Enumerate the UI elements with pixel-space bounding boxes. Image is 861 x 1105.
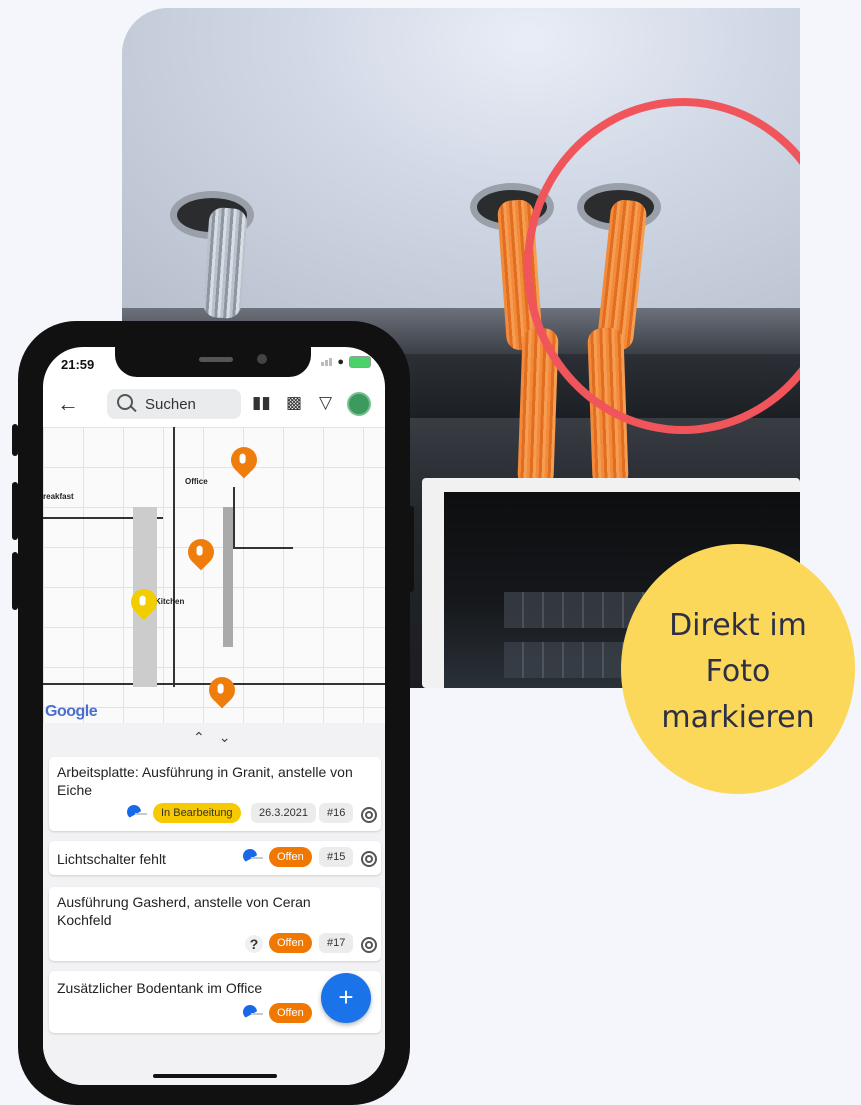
company-logo-icon — [127, 805, 147, 821]
status-badge: Offen — [269, 1003, 312, 1023]
plan-wall — [233, 547, 293, 549]
wifi-icon: ● — [337, 356, 344, 368]
grey-cable-bundle — [202, 206, 248, 320]
phone-screen: 21:59 ● ← Suchen ▮▮ ▩ ▽ Office Kitchen r… — [43, 347, 385, 1085]
plan-wall — [173, 427, 175, 687]
camera — [257, 354, 267, 364]
locate-icon[interactable] — [361, 851, 377, 867]
back-arrow-icon[interactable]: ← — [57, 393, 79, 415]
room-label-kitchen: Kitchen — [155, 597, 185, 606]
task-card[interactable]: Ausführung Gasherd, anstelle von Ceran K… — [49, 887, 381, 961]
issue-pin[interactable] — [182, 533, 220, 571]
task-title: Lichtschalter fehlt — [57, 851, 166, 867]
locate-icon[interactable] — [361, 807, 377, 823]
phone-side-button — [12, 552, 18, 610]
plan-file-icon[interactable]: ▩ — [286, 393, 302, 413]
plan-wall — [233, 487, 235, 547]
phone-notch — [115, 347, 311, 377]
locate-icon[interactable] — [361, 937, 377, 953]
task-sheet: ⌃⌄ Arbeitsplatte: Ausführung in Granit, … — [43, 723, 385, 1085]
task-card[interactable]: Lichtschalter fehlt Offen #15 — [49, 841, 381, 875]
status-badge: Offen — [269, 933, 312, 953]
user-avatar[interactable] — [347, 392, 371, 416]
id-badge: #17 — [319, 933, 354, 953]
home-indicator — [153, 1074, 277, 1078]
status-icons: ● — [321, 356, 371, 368]
google-logo: Google — [45, 703, 98, 720]
search-icon — [117, 394, 133, 410]
battery-icon — [349, 356, 371, 368]
id-badge: #15 — [319, 847, 354, 867]
expand-collapse-icon[interactable]: ⌃⌄ — [193, 729, 244, 746]
promo-badge-text: Direkt im Foto markieren — [661, 608, 815, 735]
phone-side-button — [12, 482, 18, 540]
phone-side-button — [408, 506, 414, 592]
task-title: Arbeitsplatte: Ausführung in Granit, ans… — [57, 764, 353, 798]
status-time: 21:59 — [61, 357, 95, 372]
status-badge: In Bearbeitung — [153, 803, 241, 823]
company-logo-icon — [243, 1005, 263, 1021]
task-title: Ausführung Gasherd, anstelle von Ceran K… — [57, 894, 311, 928]
task-card[interactable]: Arbeitsplatte: Ausführung in Granit, ans… — [49, 757, 381, 831]
filter-icon[interactable]: ▽ — [319, 393, 332, 413]
floor-plan[interactable]: Office Kitchen reakfast Google — [43, 427, 385, 723]
signal-icon — [321, 358, 333, 366]
issue-pin[interactable] — [203, 671, 241, 709]
search-placeholder: Suchen — [145, 396, 196, 413]
plan-wall — [223, 507, 233, 647]
date-badge: 26.3.2021 — [251, 803, 316, 823]
issue-pin[interactable] — [225, 441, 263, 479]
board-view-icon[interactable]: ▮▮ — [252, 393, 271, 413]
room-label-office: Office — [185, 477, 208, 486]
company-logo-icon — [243, 849, 263, 865]
search-input[interactable]: Suchen — [107, 389, 241, 419]
unknown-assignee-icon: ? — [245, 935, 263, 953]
speaker — [199, 357, 233, 362]
add-task-button[interactable]: + — [321, 973, 371, 1023]
phone-side-button — [12, 424, 18, 456]
promo-badge: Direkt im Foto markieren — [621, 544, 855, 794]
id-badge: #16 — [319, 803, 354, 823]
app-toolbar: ← Suchen ▮▮ ▩ ▽ — [43, 387, 385, 421]
room-label-breakfast: reakfast — [43, 492, 74, 501]
status-badge: Offen — [269, 847, 312, 867]
